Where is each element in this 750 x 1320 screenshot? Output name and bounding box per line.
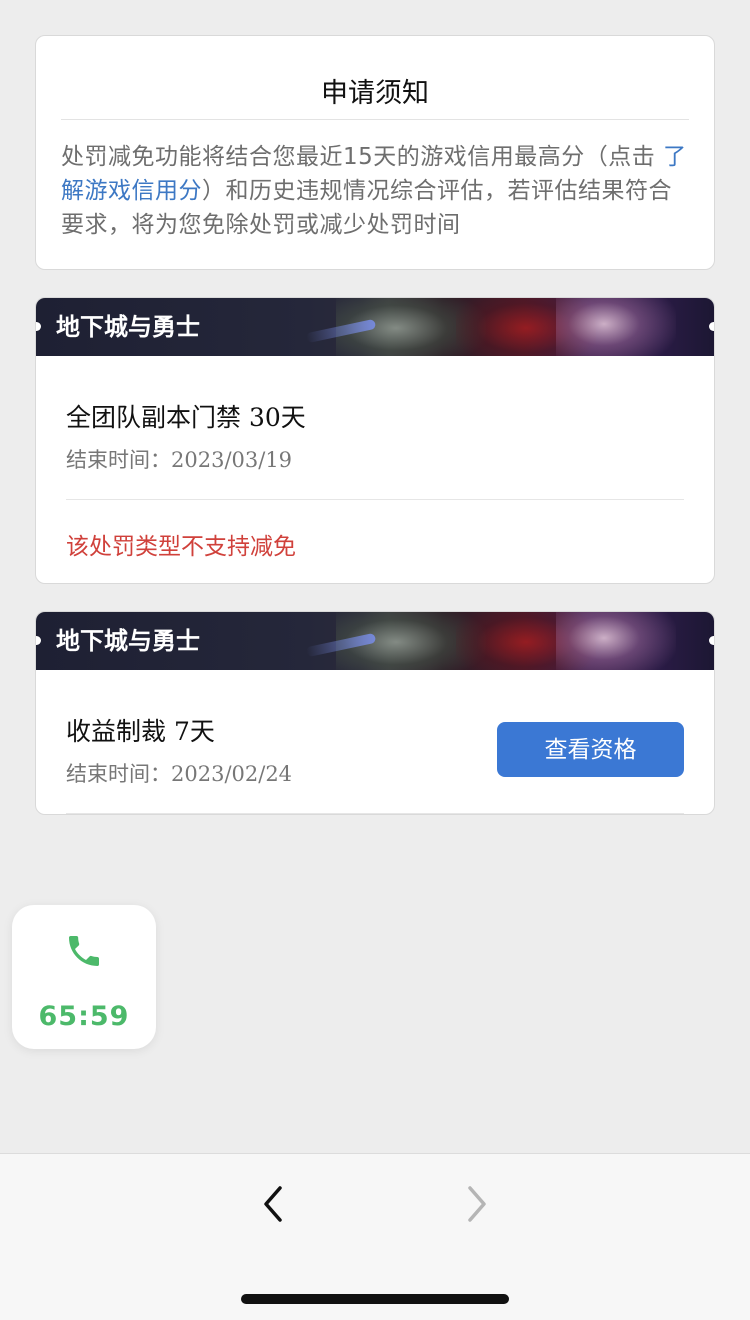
game-banner: 地下城与勇士	[36, 612, 714, 670]
penalty-name: 收益制裁 7天	[66, 717, 215, 746]
call-float-widget[interactable]: 65:59	[12, 905, 156, 1049]
end-time-label: 结束时间：	[66, 448, 171, 472]
penalty-end-time: 结束时间：2023/03/19	[66, 444, 292, 474]
game-banner: 地下城与勇士	[36, 298, 714, 356]
penalty-not-eligible-note: 该处罚类型不支持减免	[66, 534, 296, 560]
end-time-value: 2023/02/24	[171, 762, 293, 786]
notice-card: 申请须知 处罚减免功能将结合您最近15天的游戏信用最高分（点击 了解游戏信用分）…	[35, 35, 715, 270]
check-eligibility-button[interactable]: 查看资格	[497, 722, 684, 777]
phone-icon	[69, 936, 99, 966]
notice-text-before: 处罚减免功能将结合您最近15天的游戏信用最高分（点击	[61, 144, 664, 170]
penalty-divider	[66, 813, 684, 814]
game-name: 地下城与勇士	[56, 313, 200, 341]
home-indicator[interactable]	[241, 1294, 509, 1304]
game-name: 地下城与勇士	[56, 627, 200, 655]
chevron-right-icon[interactable]	[460, 1182, 492, 1226]
penalty-name: 全团队副本门禁 30天	[66, 403, 306, 432]
notice-body: 处罚减免功能将结合您最近15天的游戏信用最高分（点击 了解游戏信用分）和历史违规…	[61, 140, 689, 242]
call-timer: 65:59	[38, 1001, 130, 1032]
end-time-label: 结束时间：	[66, 762, 171, 786]
penalty-card: 地下城与勇士 收益制裁 7天 结束时间：2023/02/24 查看资格	[35, 611, 715, 815]
penalty-end-time: 结束时间：2023/02/24	[66, 758, 292, 788]
chevron-left-icon[interactable]	[258, 1182, 290, 1226]
notice-divider	[61, 119, 689, 120]
end-time-value: 2023/03/19	[171, 448, 293, 472]
penalty-card: 地下城与勇士 全团队副本门禁 30天 结束时间：2023/03/19 该处罚类型…	[35, 297, 715, 584]
penalty-divider	[66, 499, 684, 500]
notice-title: 申请须知	[321, 78, 429, 109]
bottom-nav-bar	[0, 1153, 750, 1320]
